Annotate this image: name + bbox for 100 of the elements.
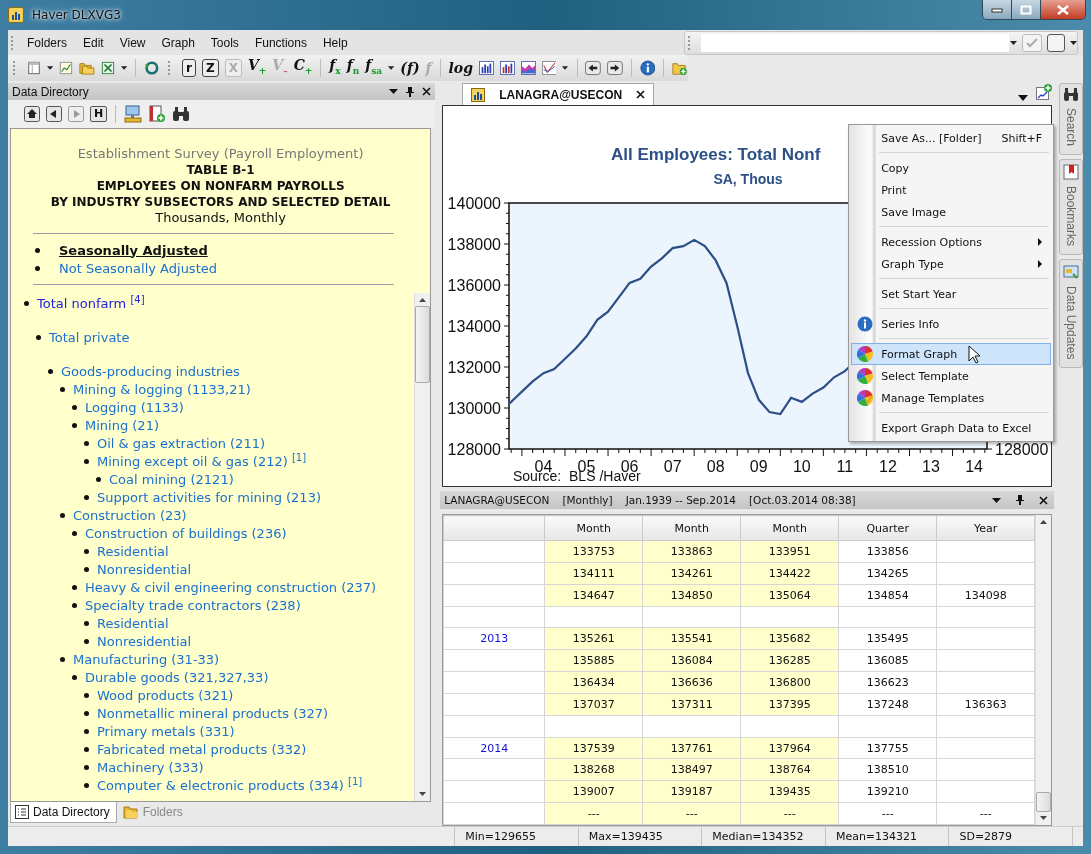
menu-item[interactable]: Save As... [Folder] Shift+F — [851, 127, 1052, 149]
close-icon[interactable] — [1039, 495, 1049, 505]
column-header[interactable]: Month — [642, 515, 741, 541]
tree-link[interactable]: Mining except oil & gas (212) $^{[1]}$ — [97, 452, 307, 470]
tree-link[interactable]: Residential — [97, 615, 169, 631]
toolbar-button[interactable]: f$_{n}$ — [346, 57, 360, 79]
document-tab[interactable]: LANAGRA@USECON — [462, 83, 655, 105]
menu-item[interactable]: Tools — [202, 35, 247, 50]
tree-link[interactable]: Logging (1133) — [85, 399, 184, 415]
toolbar-button[interactable]: f$_{sa}$ — [365, 57, 383, 79]
menu-item[interactable]: Graph Type — [851, 253, 1052, 275]
column-header[interactable]: Month — [544, 515, 643, 541]
tree-link[interactable]: Coal mining (2121) — [109, 471, 234, 487]
menu-item[interactable]: View — [111, 35, 154, 50]
toolbar-button[interactable]: (f) — [400, 60, 420, 76]
tree-link[interactable]: Total nonfarm $^{[4]}$ — [37, 294, 145, 312]
book-add-icon[interactable] — [148, 105, 167, 123]
back-icon[interactable] — [46, 106, 62, 122]
scrollbar[interactable] — [414, 293, 431, 801]
refresh-icon[interactable] — [143, 59, 160, 77]
caret-icon[interactable] — [46, 66, 53, 70]
close-icon[interactable] — [422, 87, 432, 96]
tree-link[interactable]: Durable goods (321,327,33) — [85, 669, 269, 685]
caret-icon[interactable] — [120, 66, 127, 70]
pin-icon[interactable] — [406, 86, 415, 97]
spreadsheet-icon[interactable] — [100, 60, 115, 76]
check-button[interactable] — [1022, 33, 1042, 52]
tree-link[interactable]: Goods-producing industries — [61, 363, 240, 379]
caret-icon[interactable] — [388, 66, 395, 70]
tree-link[interactable]: Computer & electronic products (334) $^{[1]}$ — [97, 776, 363, 794]
maximize-button[interactable] — [1011, 0, 1040, 19]
line-chart-icon[interactable] — [58, 60, 73, 76]
tree-link[interactable]: Oil & gas extraction (211) — [97, 435, 265, 451]
side-tab[interactable]: Bookmarks — [1059, 159, 1083, 256]
bar-chart-icon[interactable] — [478, 60, 494, 76]
tree-link[interactable]: Residential — [97, 543, 169, 559]
close-button[interactable] — [1040, 0, 1085, 19]
caret-icon[interactable] — [562, 66, 569, 70]
menu-item[interactable]: Series Info — [851, 313, 1052, 335]
scroll-up-icon[interactable] — [1040, 520, 1048, 524]
history-button[interactable]: H — [90, 106, 108, 122]
menu-item[interactable]: Select Template — [851, 365, 1052, 387]
home-icon[interactable] — [24, 106, 40, 122]
menu-item[interactable]: Graph — [153, 35, 203, 50]
line-chart-icon[interactable] — [541, 60, 557, 76]
tree-link[interactable]: Manufacturing (31-33) — [73, 651, 220, 667]
toolbar-button[interactable]: log — [448, 60, 473, 76]
panel-tab[interactable]: Data Directory — [10, 802, 117, 823]
scrollbar[interactable] — [1035, 515, 1052, 825]
tree-link[interactable]: Support activities for mining (213) — [97, 489, 321, 505]
scroll-thumb[interactable] — [415, 306, 431, 383]
toolbar-button[interactable]: Z — [201, 59, 219, 77]
adjustment-link[interactable]: Not Seasonally Adjusted — [59, 260, 217, 276]
menu-item[interactable]: Export Graph Data to Excel — [851, 417, 1052, 439]
toolbar-button[interactable]: V$_{+}$ — [247, 57, 267, 79]
toolbar-button[interactable]: r — [182, 59, 196, 77]
side-tab[interactable]: Data Updates — [1059, 259, 1083, 369]
tree-link[interactable]: Nonresidential — [97, 561, 192, 577]
dropdown-icon[interactable] — [992, 497, 1002, 503]
tree-link[interactable]: Primary metals (331) — [97, 723, 235, 739]
column-header[interactable]: Month — [740, 515, 839, 541]
dropdown-icon[interactable] — [1018, 95, 1029, 101]
menu-item[interactable]: Set Start Year — [851, 283, 1052, 305]
menu-item[interactable]: Folders — [19, 35, 75, 50]
new-graph-icon[interactable] — [1036, 84, 1053, 101]
menu-item[interactable]: Help — [314, 35, 356, 50]
close-icon[interactable] — [636, 90, 646, 99]
scroll-down-icon[interactable] — [419, 792, 427, 796]
menu-item[interactable]: Edit — [75, 35, 112, 50]
info-icon[interactable] — [639, 59, 656, 77]
menu-item[interactable]: Manage Templates — [851, 387, 1052, 409]
square-button[interactable] — [1047, 33, 1065, 52]
folder-icon[interactable] — [78, 60, 95, 76]
binoculars-icon[interactable] — [172, 106, 191, 122]
scroll-up-icon[interactable] — [419, 298, 427, 302]
menu-item[interactable]: Save Image — [851, 201, 1052, 223]
menu-item[interactable]: Copy — [851, 157, 1052, 179]
tree-link[interactable]: Heavy & civil engineering construction (237) — [85, 579, 377, 595]
tree-link[interactable]: Mining (21) — [85, 417, 159, 433]
tree-link[interactable]: Construction (23) — [73, 507, 187, 523]
scroll-down-icon[interactable] — [1040, 816, 1048, 820]
document-icon[interactable] — [26, 60, 41, 76]
bar-chart-icon[interactable] — [499, 60, 515, 76]
caret-icon[interactable] — [1070, 40, 1077, 45]
pin-icon[interactable] — [1016, 495, 1025, 505]
tree-link[interactable]: Mining & logging (1133,21) — [73, 381, 251, 397]
column-header[interactable]: Year — [936, 515, 1035, 541]
scroll-thumb[interactable] — [1036, 792, 1052, 812]
tree-link[interactable]: Nonmetallic mineral products (327) — [97, 705, 329, 721]
tree-link[interactable]: Construction of buildings (236) — [85, 525, 287, 541]
menu-item[interactable]: Recession Options — [851, 231, 1052, 253]
side-tab[interactable]: Search — [1059, 83, 1083, 156]
caret-icon[interactable] — [1010, 40, 1017, 45]
toolbar-button[interactable]: f$_{x}$ — [329, 57, 341, 79]
tree-link[interactable]: Specialty trade contractors (238) — [85, 597, 301, 613]
menu-item[interactable]: Print — [851, 179, 1052, 201]
toolbar-button[interactable]: C$_{+}$ — [293, 57, 313, 79]
menu-item[interactable]: Functions — [246, 35, 315, 50]
series-combo-field[interactable] — [684, 30, 1078, 55]
column-header[interactable]: Quarter — [838, 515, 937, 541]
